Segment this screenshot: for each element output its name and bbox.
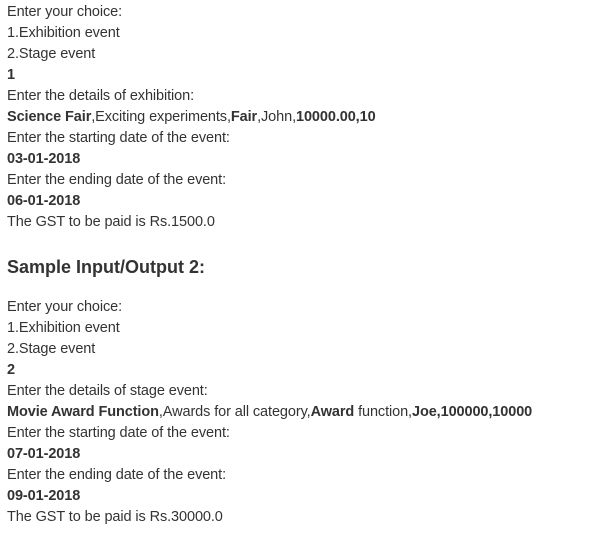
prompt-details: Enter the details of stage event: bbox=[7, 383, 208, 399]
sample-io-page: Enter your choice: 1.Exhibition event 2.… bbox=[0, 0, 600, 534]
detail-part: Science Fair bbox=[7, 109, 92, 125]
input-choice: 2 bbox=[7, 362, 15, 378]
prompt-details: Enter the details of exhibition: bbox=[7, 88, 195, 104]
input-end-date: 06-01-2018 bbox=[7, 193, 81, 209]
prompt-end-date: Enter the ending date of the event: bbox=[7, 172, 226, 188]
input-end-date: 09-01-2018 bbox=[7, 488, 81, 504]
detail-part: Award bbox=[310, 404, 355, 420]
option-stage: 2.Stage event bbox=[7, 341, 96, 357]
detail-part: ,John, bbox=[257, 109, 296, 125]
input-start-date: 03-01-2018 bbox=[7, 151, 81, 167]
prompt-start-date: Enter the starting date of the event: bbox=[7, 130, 230, 146]
input-choice: 1 bbox=[7, 67, 15, 83]
section-heading: Sample Input/Output 2: bbox=[7, 257, 205, 277]
prompt-choice: Enter your choice: bbox=[7, 4, 123, 20]
gst-result: The GST to be paid is Rs.1500.0 bbox=[7, 214, 215, 230]
detail-part: function, bbox=[354, 404, 412, 420]
input-details: Movie Award Function,Awards for all cate… bbox=[7, 402, 597, 423]
input-start-date: 07-01-2018 bbox=[7, 446, 81, 462]
detail-part: Fair bbox=[230, 109, 258, 125]
sample-output-2: Enter your choice: 1.Exhibition event 2.… bbox=[7, 297, 597, 528]
prompt-end-date: Enter the ending date of the event: bbox=[7, 467, 226, 483]
option-stage: 2.Stage event bbox=[7, 46, 96, 62]
input-details: Science Fair,Exciting experiments,Fair,J… bbox=[7, 107, 597, 128]
detail-part: 10000.00,10 bbox=[296, 109, 376, 125]
detail-part: ,Awards for all category, bbox=[158, 404, 311, 420]
option-exhibition: 1.Exhibition event bbox=[7, 320, 120, 336]
sample-output-1: Enter your choice: 1.Exhibition event 2.… bbox=[7, 2, 597, 233]
detail-part: Movie Award Function bbox=[7, 404, 159, 420]
gst-result: The GST to be paid is Rs.30000.0 bbox=[7, 509, 223, 525]
prompt-start-date: Enter the starting date of the event: bbox=[7, 425, 230, 441]
detail-part: Joe,100000,10000 bbox=[411, 404, 533, 420]
detail-part: ,Exciting experiments, bbox=[91, 109, 231, 125]
prompt-choice: Enter your choice: bbox=[7, 299, 123, 315]
option-exhibition: 1.Exhibition event bbox=[7, 25, 120, 41]
